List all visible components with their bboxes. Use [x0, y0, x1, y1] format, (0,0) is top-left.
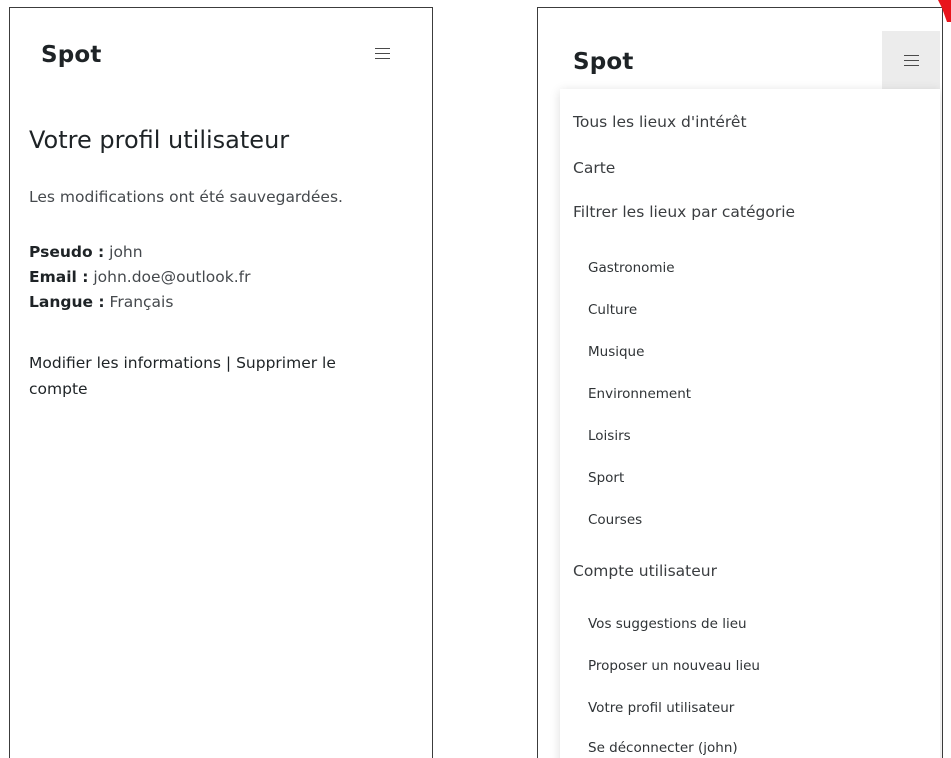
langue-label: Langue :	[29, 293, 105, 311]
menu-item-environnement[interactable]: Environnement	[588, 386, 691, 402]
success-message: Les modifications ont été sauvegardées.	[29, 188, 343, 206]
brand-logo[interactable]: Spot	[41, 42, 102, 68]
menu-item-map[interactable]: Carte	[573, 159, 615, 177]
menu-item-logout[interactable]: Se déconnecter (john)	[588, 740, 738, 756]
profile-actions: Modifier les informations | Supprimer le…	[29, 350, 389, 402]
email-value: john.doe@outlook.fr	[93, 268, 251, 286]
profile-row-email: Email : john.doe@outlook.fr	[29, 265, 250, 290]
brand-logo[interactable]: Spot	[573, 49, 634, 75]
menu-item-propose-place[interactable]: Proposer un nouveau lieu	[588, 658, 760, 674]
navbar-toggle-button-active[interactable]	[882, 31, 940, 89]
menu-item-all-places[interactable]: Tous les lieux d'intérêt	[573, 113, 747, 131]
menu-item-courses[interactable]: Courses	[588, 512, 642, 528]
menu-header-account[interactable]: Compte utilisateur	[573, 562, 717, 580]
menu-item-loisirs[interactable]: Loisirs	[588, 428, 631, 444]
edit-profile-link[interactable]: Modifier les informations	[29, 354, 221, 372]
hamburger-icon	[903, 54, 919, 66]
menu-header-filter[interactable]: Filtrer les lieux par catégorie	[573, 203, 795, 221]
profile-row-langue: Langue : Français	[29, 290, 250, 315]
actions-separator: |	[225, 354, 232, 372]
menu-item-musique[interactable]: Musique	[588, 344, 644, 360]
mobile-screen-menu-open: Spot Tous les lieux d'intérêt Carte Filt…	[537, 7, 943, 758]
pseudo-value: john	[109, 243, 143, 261]
pointer-arrow-shape	[938, 0, 951, 22]
menu-item-sport[interactable]: Sport	[588, 470, 624, 486]
profile-details: Pseudo : john Email : john.doe@outlook.f…	[29, 240, 250, 315]
navbar-toggle-button[interactable]	[364, 38, 400, 68]
langue-value: Français	[109, 293, 174, 311]
menu-item-profile[interactable]: Votre profil utilisateur	[588, 700, 734, 716]
profile-row-pseudo: Pseudo : john	[29, 240, 250, 265]
navigation-menu: Tous les lieux d'intérêt Carte Filtrer l…	[560, 89, 940, 758]
email-label: Email :	[29, 268, 89, 286]
menu-item-culture[interactable]: Culture	[588, 302, 637, 318]
pointer-arrow-icon	[938, 0, 951, 22]
menu-item-gastronomie[interactable]: Gastronomie	[588, 260, 675, 276]
pseudo-label: Pseudo :	[29, 243, 105, 261]
mobile-screen-profile: Spot Votre profil utilisateur Les modifi…	[9, 7, 433, 758]
menu-item-suggestions[interactable]: Vos suggestions de lieu	[588, 616, 747, 632]
hamburger-icon	[374, 47, 390, 59]
page-title: Votre profil utilisateur	[29, 126, 290, 154]
